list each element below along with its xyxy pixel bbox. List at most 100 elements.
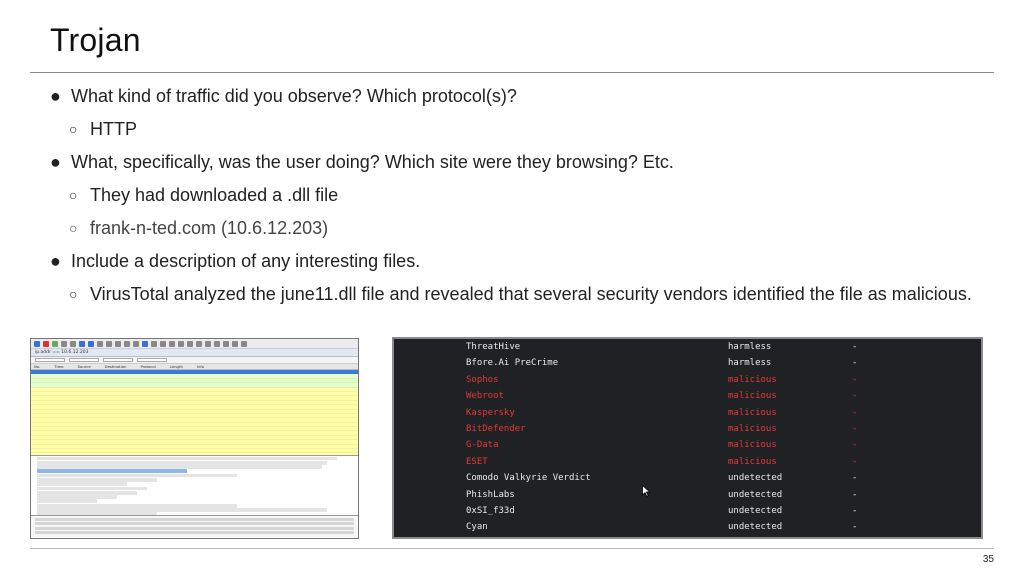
vendor-row: Sophos malicious -	[394, 372, 981, 388]
vendor-result: malicious	[728, 407, 777, 418]
bullet-text: What kind of traffic did you observe? Wh…	[71, 86, 517, 106]
detail-line	[37, 490, 137, 495]
vendor-value: -	[852, 440, 858, 451]
vendor-row: Comodo Valkyrie Verdict undetected -	[394, 470, 981, 486]
bullet-text: HTTP	[90, 119, 137, 139]
vendor-result: undetected	[728, 489, 783, 500]
vendor-result: malicious	[728, 391, 777, 402]
vendor-row: PhishLabs undetected -	[394, 487, 981, 503]
hex-line	[35, 531, 354, 535]
toolbar-icon	[187, 340, 193, 347]
vendor-value: -	[852, 424, 858, 434]
vendor-value: -	[852, 506, 858, 516]
vendor-result: undetected	[728, 473, 783, 484]
toolbar-icon	[79, 340, 85, 347]
mouse-cursor-icon	[642, 485, 651, 497]
vendor-row: Bfore.Ai PreCrime harmless -	[394, 355, 981, 371]
detail-line	[37, 508, 327, 512]
detail-line	[37, 477, 157, 482]
detail-line	[37, 503, 237, 508]
bullet-text: Include a description of any interesting…	[71, 251, 421, 271]
wireshark-hex-pane	[31, 515, 358, 537]
bullet-text: They had downloaded a .dll file	[90, 185, 339, 205]
title-divider	[30, 72, 994, 73]
slide-title: Trojan	[50, 22, 141, 58]
vendor-name: ThreatHive	[466, 342, 521, 352]
vendor-row: BitDefender malicious -	[394, 421, 981, 437]
toolbar-icon	[214, 340, 220, 347]
detail-line	[37, 456, 337, 461]
wireshark-option-box	[103, 358, 133, 362]
toolbar-icon	[169, 340, 175, 347]
bullet: ● Include a description of any interestin…	[50, 247, 990, 275]
bullet-marker: ○	[69, 187, 78, 203]
virustotal-results: ThreatHive harmless - Bfore.Ai PreCrime harm…	[392, 337, 983, 539]
vendor-result: malicious	[728, 374, 777, 385]
toolbar-icon	[88, 340, 94, 347]
hex-line	[35, 517, 354, 521]
toolbar-icon	[241, 340, 247, 347]
hex-line	[35, 526, 354, 530]
vendor-name: Cyan	[466, 522, 488, 533]
vendor-value: -	[852, 522, 858, 533]
wireshark-option-box	[137, 358, 167, 362]
bullet-marker: ●	[50, 86, 61, 106]
vendor-name: PhishLabs	[466, 489, 515, 500]
toolbar-icon	[196, 340, 202, 347]
detail-line	[37, 486, 147, 491]
column-header: Time	[54, 364, 64, 369]
bullet-text: VirusTotal analyzed the june11.dll file …	[90, 284, 972, 304]
toolbar-icon	[223, 340, 229, 347]
toolbar-icon	[61, 340, 67, 347]
toolbar-icon	[43, 340, 49, 347]
bullet-marker: ○	[69, 220, 78, 236]
wireshark-toolbar	[31, 339, 358, 349]
wireshark-packet-list	[31, 370, 358, 455]
toolbar-icon	[178, 340, 184, 347]
wireshark-packet-details	[31, 455, 358, 515]
vendor-result: undetected	[728, 506, 783, 516]
bullet-text: frank-n-ted.com (10.6.12.203)	[90, 218, 329, 238]
vendor-row: 0xSI_f33d undetected -	[394, 503, 981, 519]
toolbar-icon	[34, 340, 40, 347]
detail-line	[37, 495, 117, 499]
toolbar-icon	[106, 340, 112, 347]
bullet: ● What kind of traffic did you observe? W…	[50, 82, 990, 110]
column-header: Length	[169, 364, 183, 369]
vendor-value: -	[852, 407, 858, 418]
sub-bullet: ○ They had downloaded a .dll file	[50, 181, 990, 209]
bullet: ● What, specifically, was the user doing?…	[50, 148, 990, 176]
bullet-text: What, specifically, was the user doing? …	[71, 152, 674, 172]
column-header: Protocol	[140, 364, 156, 369]
footer-divider	[30, 548, 994, 549]
toolbar-icon	[97, 340, 103, 347]
vendor-name: BitDefender	[466, 424, 526, 434]
vendor-result: malicious	[728, 440, 777, 451]
bullet-marker: ○	[69, 286, 78, 302]
vendor-value: -	[852, 358, 858, 369]
detail-line	[37, 482, 127, 487]
detail-line	[37, 499, 97, 504]
wireshark-options-bar	[31, 357, 358, 364]
column-header: No.	[34, 364, 41, 369]
vendor-name: Sophos	[466, 374, 499, 385]
vendor-value: -	[852, 342, 858, 352]
wireshark-display-filter: ip.addr == 10.6.12.203	[31, 349, 358, 357]
wireshark-option-box	[69, 358, 99, 362]
page-number: 35	[982, 554, 994, 565]
vendor-name: G-Data	[466, 440, 499, 451]
detail-line	[37, 469, 187, 474]
vendor-value: -	[852, 456, 858, 467]
vendor-result: harmless	[728, 358, 772, 369]
bullet-marker: ●	[50, 251, 61, 271]
toolbar-icon	[133, 340, 139, 347]
column-header: Destination	[104, 364, 127, 369]
vendor-name: Kaspersky	[466, 407, 515, 418]
vendor-value: -	[852, 391, 858, 402]
toolbar-icon	[124, 340, 130, 347]
vendor-name: 0xSI_f33d	[466, 506, 515, 516]
toolbar-icon	[142, 340, 148, 347]
wireshark-option-box	[35, 358, 65, 362]
detail-line	[37, 465, 322, 469]
column-header: Source	[77, 364, 91, 369]
